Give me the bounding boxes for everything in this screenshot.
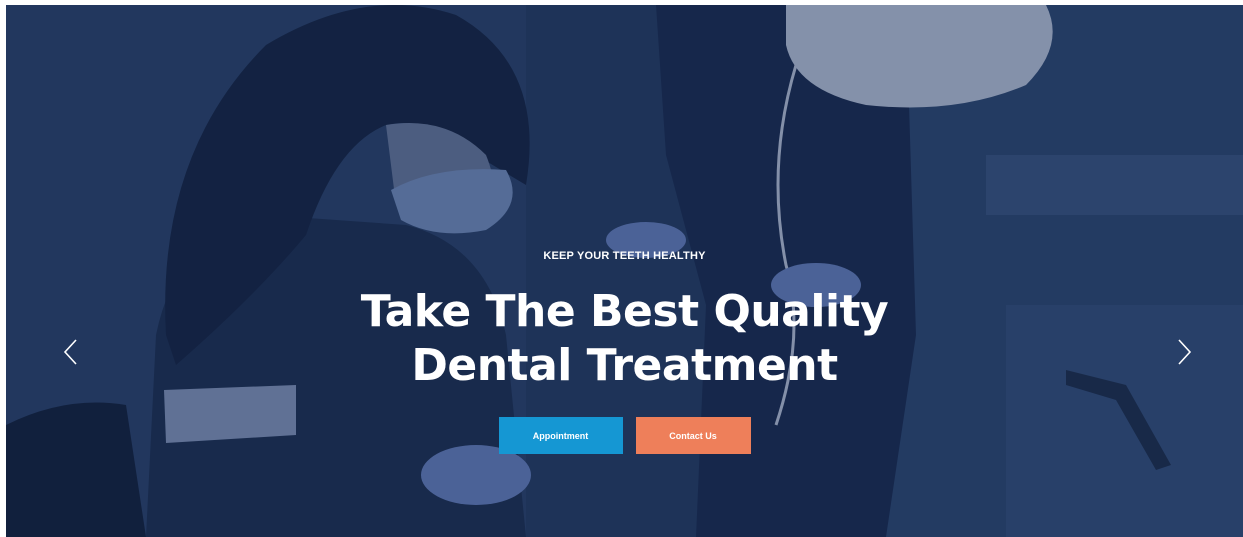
headline-line-1: Take The Best Quality	[360, 286, 889, 337]
hero-content: KEEP YOUR TEETH HEALTHY Take The Best Qu…	[6, 249, 1243, 454]
hero-buttons: Appointment Contact Us	[6, 417, 1243, 454]
hero-slider: KEEP YOUR TEETH HEALTHY Take The Best Qu…	[6, 5, 1243, 537]
appointment-button[interactable]: Appointment	[498, 417, 623, 454]
headline-line-2: Dental Treatment	[411, 340, 838, 391]
hero-headline: Take The Best Quality Dental Treatment	[245, 285, 1005, 393]
contact-us-button[interactable]: Contact Us	[635, 417, 751, 454]
hero-eyebrow: KEEP YOUR TEETH HEALTHY	[543, 250, 706, 262]
